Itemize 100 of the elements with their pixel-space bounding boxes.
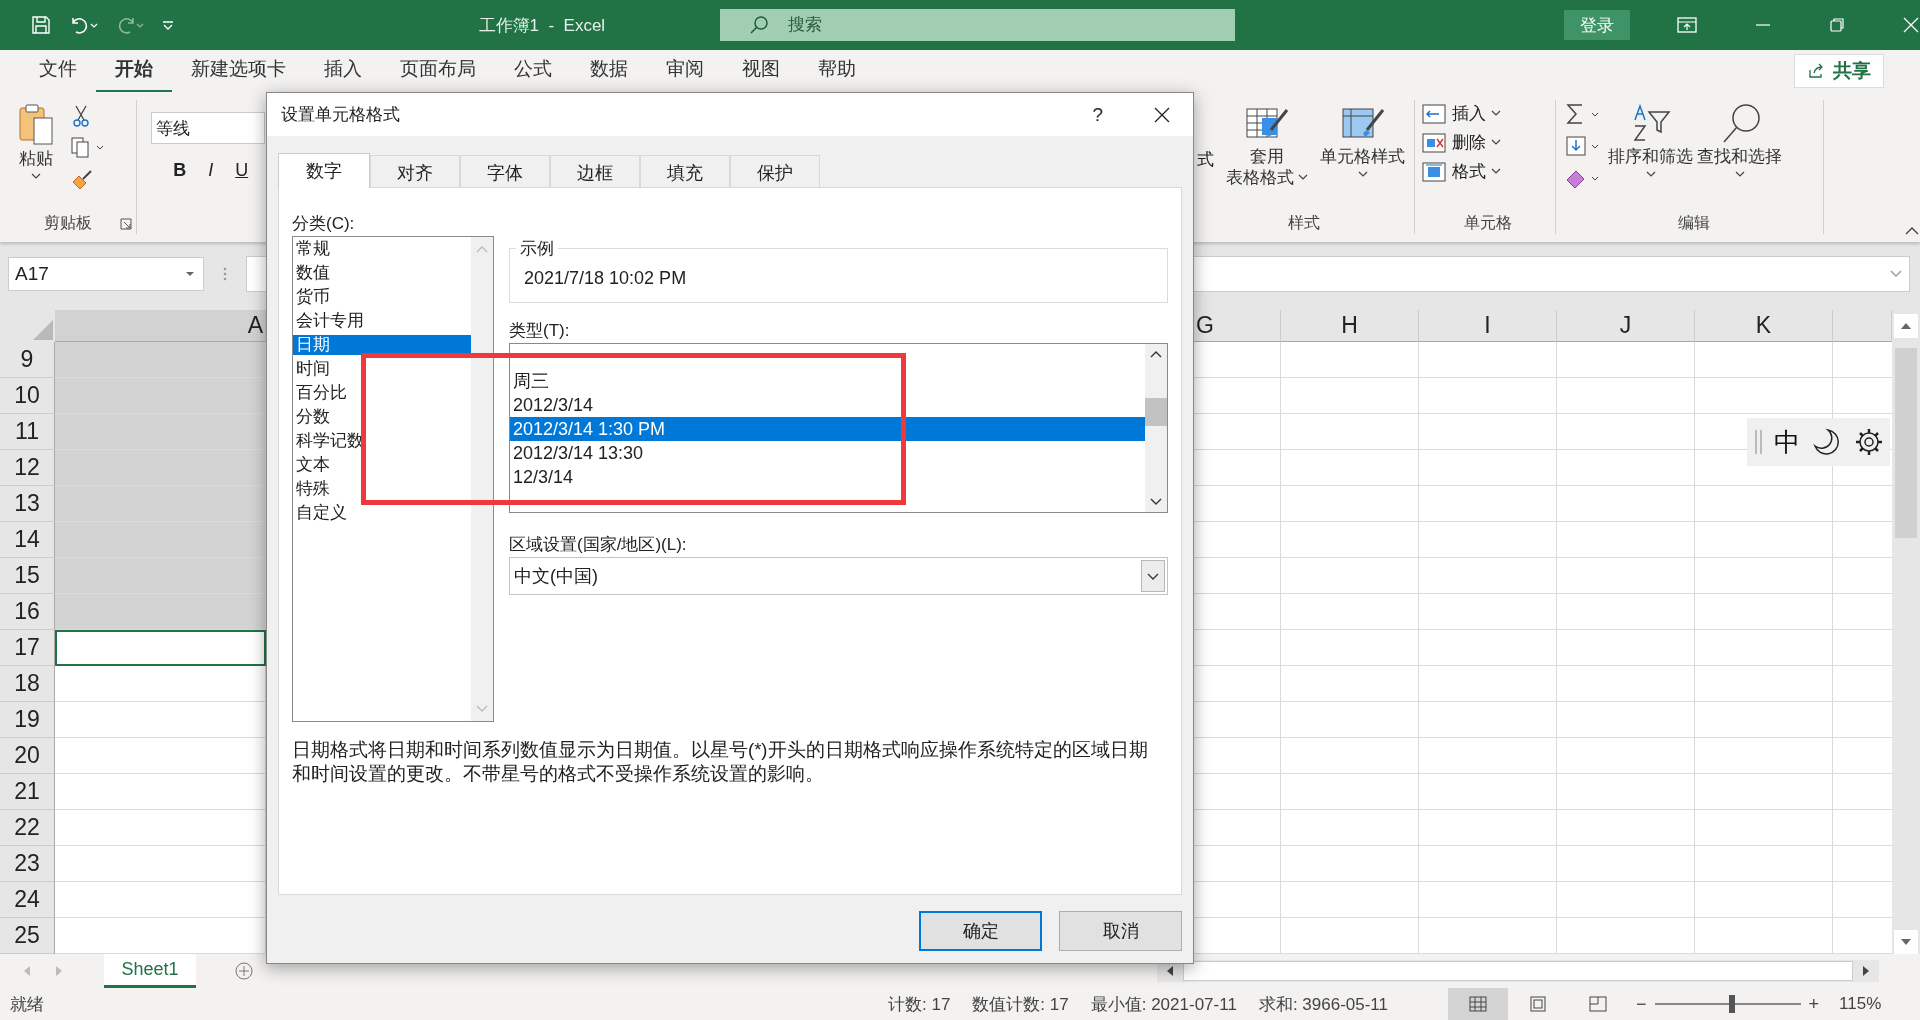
category-item[interactable]: 货币 — [293, 287, 471, 307]
dropdown-icon[interactable] — [1141, 560, 1165, 592]
ribbon-tab[interactable]: 审阅 — [647, 49, 723, 93]
ribbon-tab[interactable]: 页面布局 — [381, 49, 495, 93]
scissors-icon[interactable] — [70, 104, 92, 128]
row-number[interactable]: 14 — [0, 522, 55, 558]
grip-handle[interactable] — [1755, 430, 1762, 454]
ok-button[interactable]: 确定 — [919, 911, 1042, 951]
row-number[interactable]: 24 — [0, 882, 55, 918]
category-item[interactable]: 分数 — [293, 407, 471, 427]
ribbon-display-icon[interactable] — [1676, 16, 1698, 34]
scroll-down-icon[interactable] — [1150, 498, 1162, 506]
list-scrollbar[interactable] — [1145, 344, 1167, 512]
row-number[interactable]: 17 — [0, 630, 55, 666]
row-number[interactable]: 16 — [0, 594, 55, 630]
row-number[interactable]: 22 — [0, 810, 55, 846]
scroll-up-icon[interactable] — [1894, 314, 1918, 338]
ribbon-tab[interactable]: 插入 — [305, 49, 381, 93]
cells-command-button[interactable]: 删除 — [1421, 131, 1556, 154]
category-item[interactable]: 时间 — [293, 359, 471, 379]
category-item[interactable]: 日期 — [293, 335, 471, 355]
cell-styles-button[interactable]: 单元格样式 — [1320, 104, 1406, 178]
bold-button[interactable]: B — [173, 160, 187, 181]
type-item[interactable]: 12/3/14 — [510, 465, 1145, 489]
dialog-launcher-icon[interactable] — [120, 218, 133, 230]
settings-icon[interactable] — [1854, 427, 1884, 457]
paste-button[interactable]: 粘贴 — [16, 100, 56, 180]
vertical-scrollbar[interactable] — [1892, 310, 1920, 954]
horizontal-scrollbar[interactable] — [1157, 960, 1879, 982]
category-item[interactable]: 数值 — [293, 263, 471, 283]
font-name-field[interactable]: 等线 — [151, 112, 266, 144]
search-field[interactable]: 搜索 — [720, 9, 1236, 41]
scroll-thumb[interactable] — [1183, 961, 1853, 981]
row-number[interactable]: 19 — [0, 702, 55, 738]
help-button[interactable]: ? — [1092, 103, 1103, 126]
category-item[interactable]: 常规 — [293, 239, 471, 259]
expand-icon[interactable] — [1889, 268, 1903, 279]
scroll-thumb[interactable] — [1145, 398, 1167, 426]
row-number[interactable]: 9 — [0, 342, 55, 378]
sheet-tab[interactable]: Sheet1 — [104, 954, 196, 988]
save-icon[interactable] — [30, 14, 52, 36]
cells-command-button[interactable]: 插入 — [1421, 102, 1556, 125]
category-item[interactable]: 特殊 — [293, 479, 471, 499]
close-icon[interactable] — [1153, 105, 1171, 124]
conditional-format-label[interactable]: 式 — [1197, 148, 1215, 171]
row-number[interactable]: 10 — [0, 378, 55, 414]
scroll-down-icon[interactable] — [1894, 930, 1918, 954]
row-number[interactable]: 15 — [0, 558, 55, 594]
category-item[interactable]: 自定义 — [293, 503, 471, 523]
row-number[interactable]: 21 — [0, 774, 55, 810]
row-number[interactable]: 13 — [0, 486, 55, 522]
type-list[interactable]: 周三 2012/3/14 2012/3/14 1:30 PM 2012/3/14 13:30 12/3/14 — [509, 343, 1168, 513]
row-number[interactable]: 12 — [0, 450, 55, 486]
normal-view-button[interactable] — [1448, 988, 1508, 1020]
sign-in-button[interactable]: 登录 — [1564, 10, 1630, 40]
zoom-in-button[interactable]: + — [1808, 993, 1820, 1015]
column-header[interactable]: A — [55, 310, 266, 342]
format-as-table-button[interactable]: 套用 表格格式 — [1226, 104, 1309, 188]
scroll-right-icon[interactable] — [1861, 965, 1871, 977]
dialog-tab[interactable]: 数字 — [278, 153, 370, 188]
ribbon-tab[interactable]: 新建选项卡 — [172, 49, 305, 93]
find-select-button[interactable]: 查找和选择 — [1697, 100, 1783, 178]
row-number[interactable]: 23 — [0, 846, 55, 882]
row-number[interactable]: 18 — [0, 666, 55, 702]
dialog-tab[interactable]: 对齐 — [370, 155, 460, 189]
share-button[interactable]: 共享 — [1794, 54, 1884, 88]
restore-icon[interactable] — [1828, 16, 1846, 34]
moon-icon[interactable] — [1812, 427, 1842, 457]
row-number[interactable]: 20 — [0, 738, 55, 774]
zoom-out-button[interactable]: − — [1636, 993, 1647, 1015]
scroll-up-icon[interactable] — [1150, 350, 1162, 358]
previous-sheet-icon[interactable] — [22, 965, 32, 977]
dialog-tab[interactable]: 保护 — [730, 155, 820, 189]
add-sheet-icon[interactable] — [234, 961, 254, 981]
category-item[interactable]: 百分比 — [293, 383, 471, 403]
collapse-ribbon-icon[interactable] — [1904, 226, 1920, 236]
row-number[interactable]: 25 — [0, 918, 55, 954]
dialog-tab[interactable]: 字体 — [460, 155, 550, 189]
dialog-tab[interactable]: 边框 — [550, 155, 640, 189]
underline-button[interactable]: U — [235, 160, 249, 181]
format-painter-icon[interactable] — [70, 168, 94, 192]
name-box[interactable]: A17 — [8, 256, 204, 291]
italic-button[interactable]: I — [208, 160, 214, 181]
worksheet-cell[interactable] — [55, 630, 266, 666]
scroll-left-icon[interactable] — [1165, 965, 1175, 977]
input-mode-toggle[interactable]: 中 — [1774, 424, 1800, 460]
category-item[interactable]: 文本 — [293, 455, 471, 475]
ribbon-tab[interactable]: 帮助 — [799, 49, 875, 93]
type-item[interactable]: 周三 — [510, 369, 1145, 393]
ribbon-tab[interactable]: 文件 — [20, 49, 96, 93]
next-sheet-icon[interactable] — [54, 965, 64, 977]
sort-filter-button[interactable]: 排序和筛选 — [1608, 100, 1694, 178]
row-number[interactable]: 11 — [0, 414, 55, 450]
type-item[interactable]: 2012/3/14 1:30 PM — [510, 417, 1145, 441]
zoom-slider-thumb[interactable] — [1728, 995, 1735, 1013]
cells-command-button[interactable]: 格式 — [1421, 160, 1556, 183]
zoom-level[interactable]: 115% — [1839, 994, 1882, 1014]
locale-dropdown[interactable]: 中文(中国) — [509, 557, 1168, 595]
dialog-tab[interactable]: 填充 — [640, 155, 730, 189]
ribbon-tab[interactable]: 公式 — [495, 49, 571, 93]
